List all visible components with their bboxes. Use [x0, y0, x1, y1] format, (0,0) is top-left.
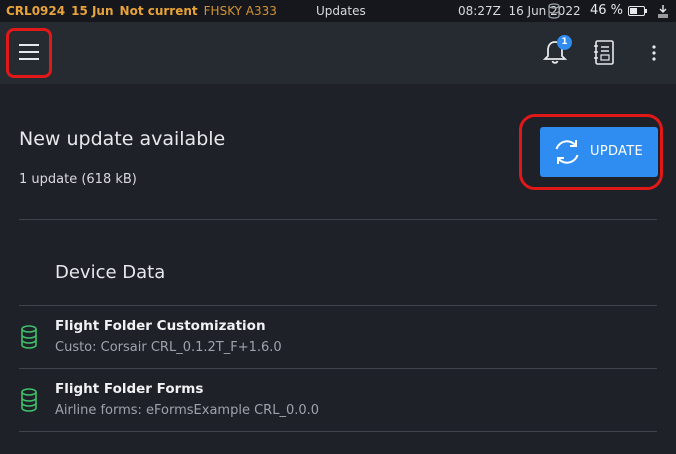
storage-icon	[548, 3, 560, 19]
update-title: New update available	[19, 128, 226, 150]
device-data-heading: Device Data	[55, 262, 166, 283]
list-item-title: Flight Folder Forms	[55, 381, 204, 397]
current-date: 16 Jun 2022	[508, 4, 581, 18]
divider	[19, 305, 657, 306]
battery-icon	[628, 6, 647, 16]
divider	[19, 431, 657, 432]
screen-title: Updates	[316, 4, 366, 18]
database-icon	[21, 388, 37, 412]
divider	[19, 368, 657, 369]
sync-icon	[555, 140, 579, 164]
status-bar: CRL0924 15 Jun Not current FHSKY A333 Updat…	[0, 0, 676, 22]
battery-level: 46 %	[590, 3, 624, 18]
clock: 08:27Z 16 Jun 2022	[458, 0, 581, 22]
list-item-subtitle: Custo: Corsair CRL_0.1.2T_F+1.6.0	[55, 340, 282, 355]
update-size: 1 update (618 kB)	[19, 172, 137, 187]
more-vert-icon[interactable]	[651, 44, 657, 62]
database-icon	[21, 325, 37, 349]
flight-date: 15 Jun	[71, 4, 114, 18]
currency-state: Not current	[119, 4, 198, 18]
app-bar	[0, 22, 676, 84]
utc-time: 08:27Z	[458, 4, 501, 18]
flight-status: CRL0924 15 Jun Not current FHSKY A333	[6, 0, 277, 22]
download-icon	[658, 5, 668, 18]
notification-badge: 1	[557, 35, 572, 50]
list-item-subtitle: Airline forms: eFormsExample CRL_0.0.0	[55, 403, 320, 418]
menu-button[interactable]	[6, 28, 52, 78]
flight-number: CRL0924	[6, 4, 66, 18]
divider	[19, 219, 657, 220]
aircraft-registration: FHSKY A333	[203, 4, 277, 18]
update-button[interactable]: UPDATE	[540, 127, 658, 177]
list-item-title: Flight Folder Customization	[55, 318, 266, 334]
ebook-icon[interactable]	[593, 40, 615, 66]
update-button-label: UPDATE	[590, 144, 643, 159]
